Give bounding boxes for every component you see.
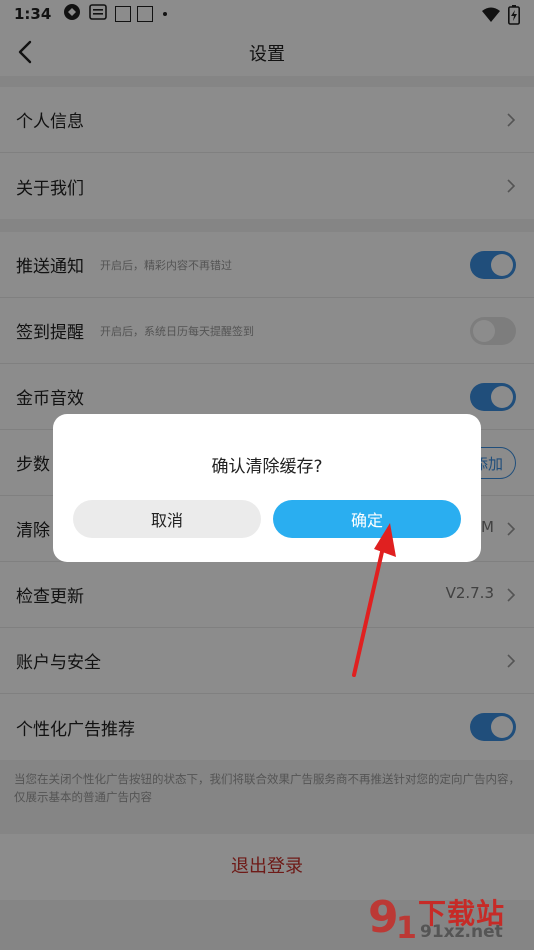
dialog-message: 确认清除缓存?: [211, 457, 323, 477]
annotation-arrow-icon: [352, 523, 396, 677]
watermark-url: 91xz.net: [420, 922, 503, 942]
confirm-dialog: 确认清除缓存? 取消 确定: [53, 414, 481, 562]
svg-text:1: 1: [396, 911, 417, 942]
svg-text:9: 9: [368, 892, 399, 942]
watermark-logo: 9 1 下载站 91xz.net: [368, 890, 528, 946]
watermark-logo-icon: 9 1: [368, 892, 417, 946]
cancel-button[interactable]: 取消: [73, 500, 261, 538]
